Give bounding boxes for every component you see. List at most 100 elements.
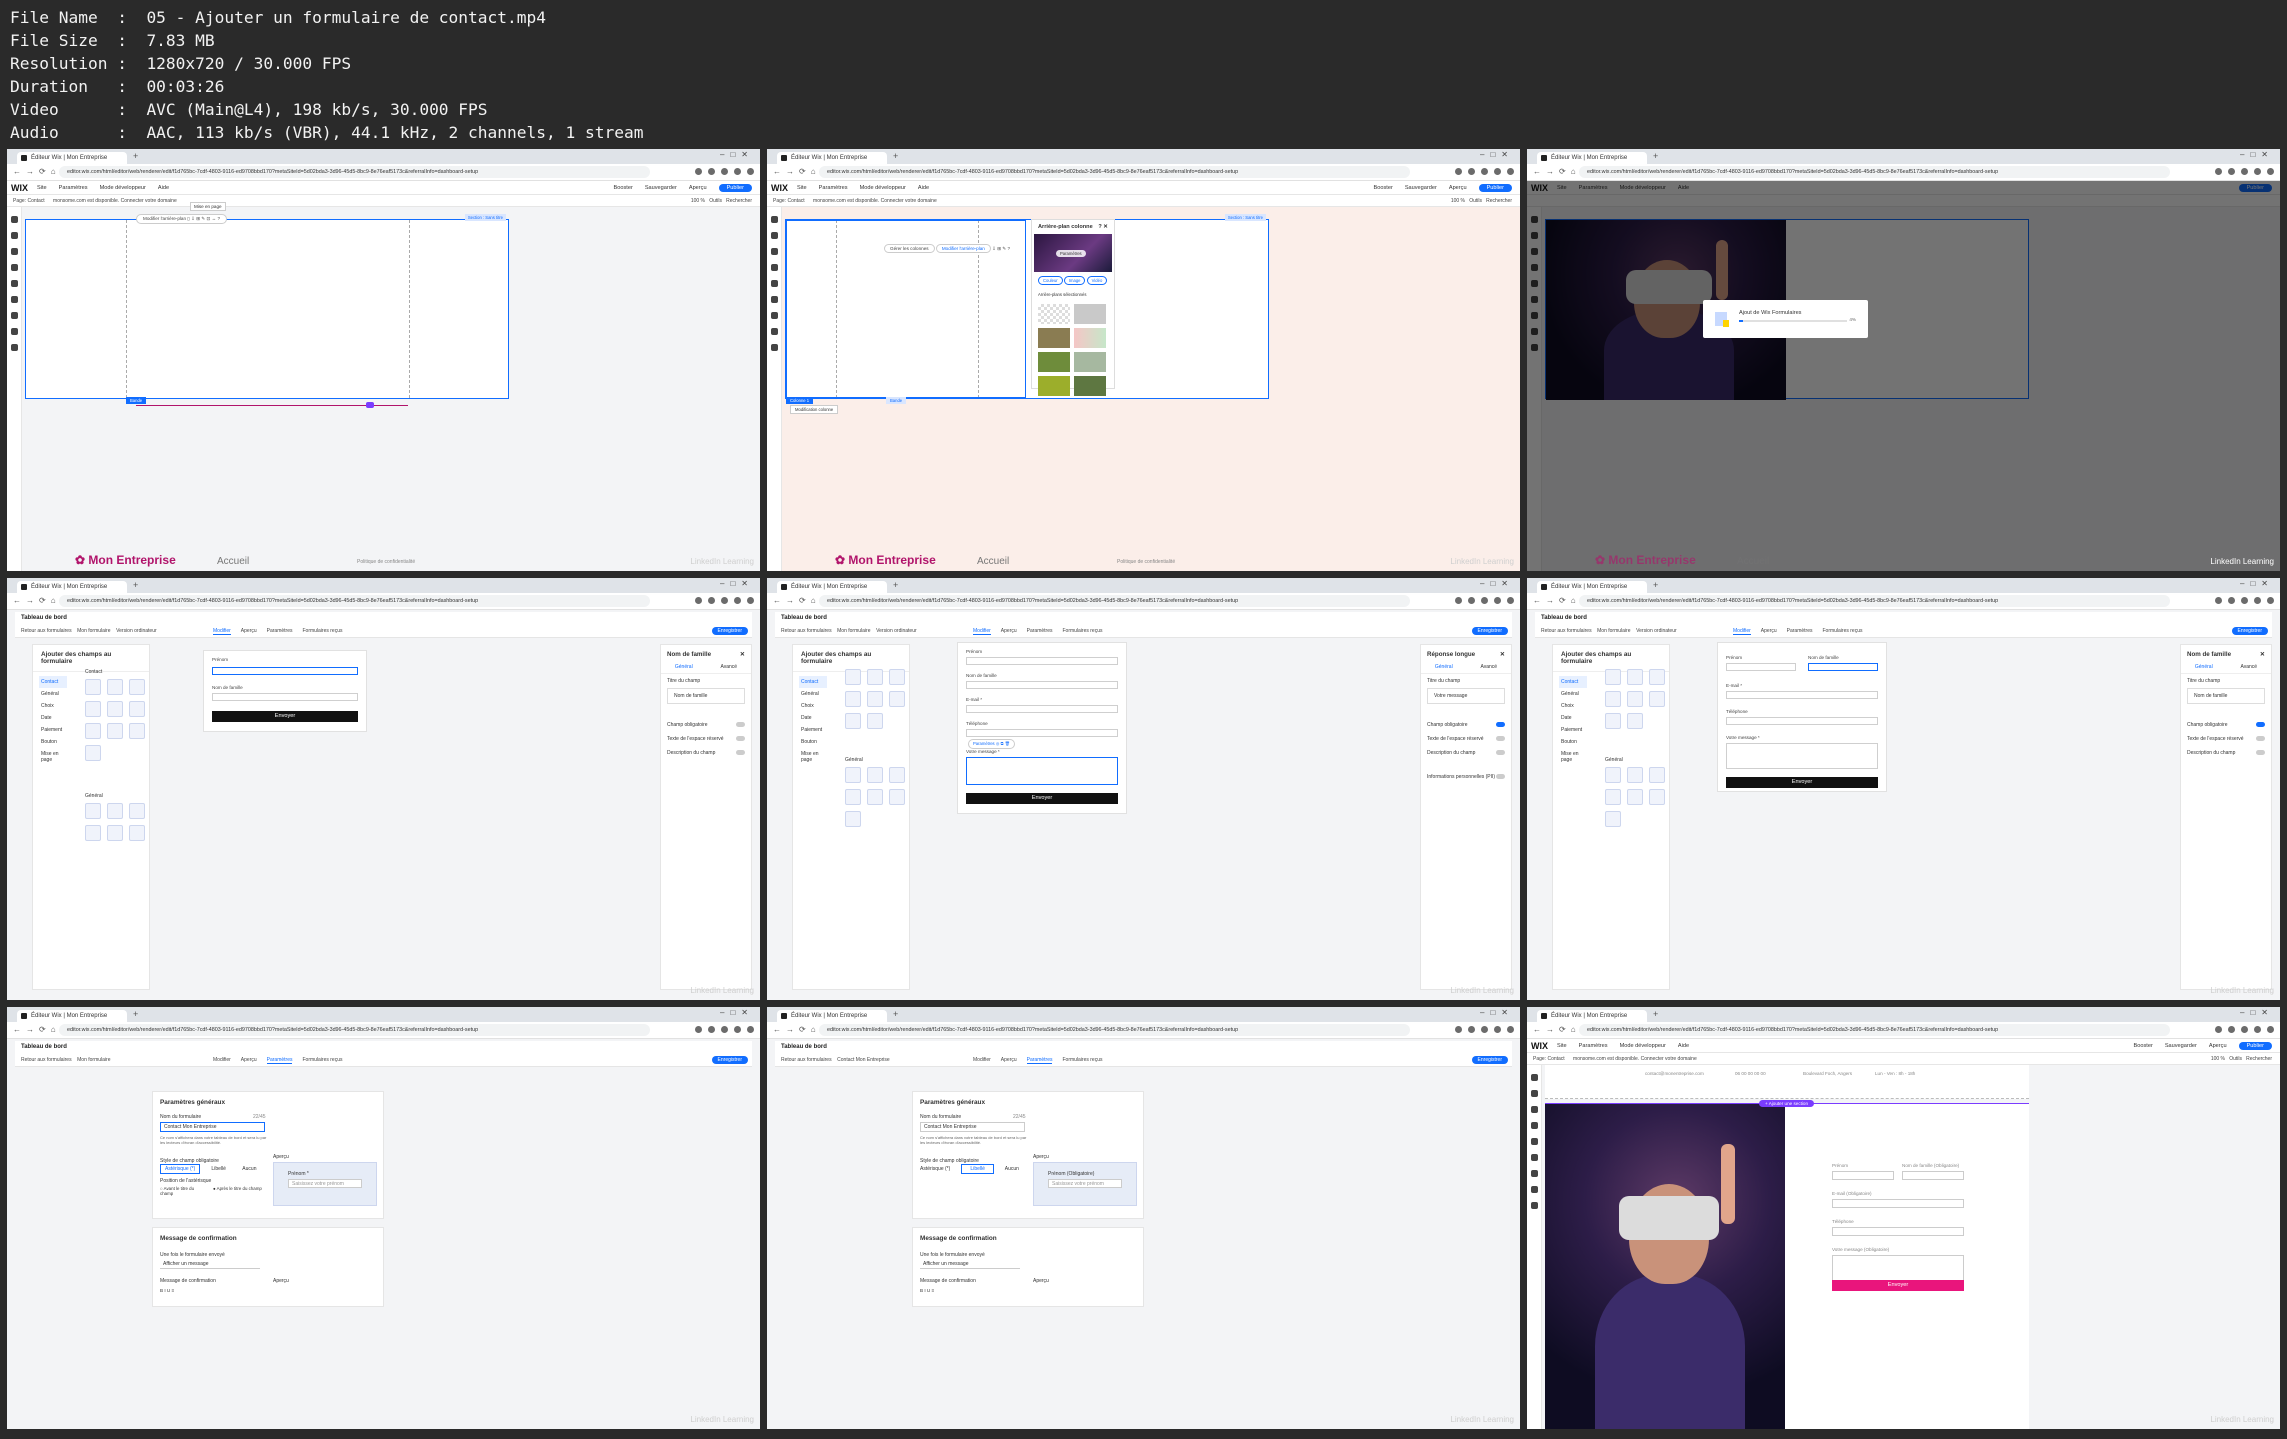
new-tab-icon[interactable]: +: [893, 151, 898, 161]
nom-field[interactable]: [1808, 663, 1878, 671]
site-prenom-field[interactable]: [1832, 1171, 1894, 1180]
field-icons[interactable]: [845, 669, 909, 729]
menu-aide[interactable]: Aide: [918, 185, 929, 191]
window-controls-icon[interactable]: –□✕: [2240, 1008, 2274, 1017]
add-section-button[interactable]: + Ajouter une section: [1759, 1100, 1815, 1107]
zoom-value[interactable]: 100 %: [1451, 198, 1465, 204]
connect-domain-link[interactable]: Connecter votre domaine: [881, 198, 937, 204]
nav-arrows-icon[interactable]: ←→⟳⌂: [13, 1025, 61, 1034]
new-tab-icon[interactable]: +: [133, 1009, 138, 1019]
tab-general[interactable]: Général: [2195, 664, 2213, 670]
change-bg-button[interactable]: Modifier l'arrière-plan: [143, 216, 186, 221]
save-button[interactable]: Enregistrer: [711, 627, 748, 635]
strip-section[interactable]: Gérer les colonnes Modifier l'arrière-pl…: [785, 214, 1269, 414]
tab-avance[interactable]: Avancé: [720, 664, 737, 670]
style-libelle[interactable]: Libellé: [211, 1166, 225, 1172]
back-link[interactable]: Retour aux formulaires: [781, 1057, 832, 1063]
save-button[interactable]: Enregistrer: [1471, 1056, 1508, 1064]
url-field[interactable]: editor.wix.com/html/editor/web/renderer/…: [1579, 166, 2170, 178]
tab-parametres[interactable]: Paramètres: [1027, 628, 1053, 634]
window-controls-icon[interactable]: –□✕: [1480, 150, 1514, 159]
browser-tab[interactable]: Éditeur Wix | Mon Entreprise: [777, 581, 887, 593]
browser-tab[interactable]: Éditeur Wix | Mon Entreprise: [1537, 581, 1647, 593]
menu-aide[interactable]: Aide: [1678, 1043, 1689, 1049]
browser-tab[interactable]: Éditeur Wix | Mon Entreprise: [1537, 152, 1647, 164]
menu-dev-mode[interactable]: Mode développeur: [1620, 1043, 1666, 1049]
extension-icons[interactable]: [695, 1026, 754, 1033]
bg-settings-button[interactable]: Paramètres: [1056, 250, 1086, 257]
browser-tab[interactable]: Éditeur Wix | Mon Entreprise: [17, 152, 127, 164]
window-controls-icon[interactable]: –□✕: [2240, 150, 2274, 159]
window-controls-icon[interactable]: –□✕: [720, 150, 754, 159]
tab-apercu[interactable]: Aperçu: [1761, 628, 1777, 634]
category-contact[interactable]: Contact: [1559, 676, 1587, 688]
url-field[interactable]: editor.wix.com/html/editor/web/renderer/…: [59, 595, 650, 607]
zoom-value[interactable]: 100 %: [691, 198, 705, 204]
save-button[interactable]: Enregistrer: [2231, 627, 2268, 635]
field-icons[interactable]: [85, 679, 149, 761]
url-field[interactable]: editor.wix.com/html/editor/web/renderer/…: [819, 1024, 1410, 1036]
form-name[interactable]: Mon formulaire: [77, 628, 110, 634]
form-name-input[interactable]: Contact Mon Entreprise: [920, 1122, 1025, 1132]
field-title-input[interactable]: Votre message: [1434, 693, 1467, 699]
tools-button[interactable]: Outils: [709, 198, 722, 204]
position-after[interactable]: ● Après le titre du champ: [213, 1186, 263, 1191]
url-field[interactable]: editor.wix.com/html/editor/web/renderer/…: [819, 595, 1410, 607]
preview-button[interactable]: Aperçu: [2209, 1043, 2227, 1049]
field-toolbar[interactable]: Paramètres ◎ ⧉ 🗑: [968, 739, 1016, 749]
category-date[interactable]: Date: [799, 712, 827, 724]
new-tab-icon[interactable]: +: [1653, 1009, 1658, 1019]
description-toggle[interactable]: [736, 750, 745, 755]
browser-tab[interactable]: Éditeur Wix | Mon Entreprise: [777, 152, 887, 164]
nav-arrows-icon[interactable]: ←→⟳⌂: [773, 596, 821, 605]
save-button[interactable]: Sauvegarder: [645, 185, 677, 191]
category-general[interactable]: Général: [799, 688, 827, 700]
nav-arrows-icon[interactable]: ←→⟳⌂: [1533, 1025, 1581, 1034]
footer-home-link[interactable]: Accueil: [1737, 556, 1769, 567]
tab-formulaires-recus[interactable]: Formulaires reçus: [1822, 628, 1862, 634]
category-bouton[interactable]: Bouton: [39, 736, 67, 748]
nom-field[interactable]: [966, 681, 1118, 689]
email-field[interactable]: [1726, 691, 1878, 699]
menu-parametres[interactable]: Paramètres: [819, 185, 848, 191]
field-icons[interactable]: [1605, 669, 1669, 729]
nav-arrows-icon[interactable]: ←→⟳⌂: [13, 167, 61, 176]
tab-apercu[interactable]: Aperçu: [1001, 628, 1017, 634]
tab-formulaires-recus[interactable]: Formulaires reçus: [1062, 628, 1102, 634]
prenom-field[interactable]: [212, 667, 358, 675]
message-field[interactable]: [1726, 743, 1878, 769]
tab-modifier[interactable]: Modifier: [1733, 628, 1751, 635]
email-field[interactable]: [966, 705, 1118, 713]
category-date[interactable]: Date: [1559, 712, 1587, 724]
view-select[interactable]: Version ordinateur: [1636, 628, 1677, 634]
extension-icons[interactable]: [695, 597, 754, 604]
general-icons[interactable]: [85, 803, 149, 841]
preview-button[interactable]: Aperçu: [689, 185, 707, 191]
category-paiement[interactable]: Paiement: [799, 724, 827, 736]
strip-toolbar[interactable]: Modifier l'arrière-plan ▯ ⇩ ⊞ ✎ ⊡ ↔ ?: [136, 214, 228, 224]
save-button[interactable]: Enregistrer: [1471, 627, 1508, 635]
text-format-toolbar[interactable]: B I U ≡: [920, 1288, 934, 1293]
privacy-link[interactable]: Politique de confidentialité: [1117, 559, 1175, 565]
site-email-field[interactable]: [1832, 1199, 1964, 1208]
connect-domain-link[interactable]: Connecter votre domaine: [121, 198, 177, 204]
pii-toggle[interactable]: [1496, 774, 1505, 779]
extension-icons[interactable]: [1455, 597, 1514, 604]
field-settings-button[interactable]: Paramètres: [973, 741, 995, 746]
nav-arrows-icon[interactable]: ←→⟳⌂: [773, 1025, 821, 1034]
change-bg-button[interactable]: Modifier l'arrière-plan: [935, 244, 991, 253]
close-icon[interactable]: ✕: [740, 651, 745, 658]
tab-apercu[interactable]: Aperçu: [241, 628, 257, 634]
tools-button[interactable]: Outils: [2229, 1056, 2242, 1062]
tab-avance[interactable]: Avancé: [1480, 664, 1497, 670]
prenom-field[interactable]: [1726, 663, 1796, 671]
url-field[interactable]: editor.wix.com/html/editor/web/renderer/…: [59, 1024, 650, 1036]
window-controls-icon[interactable]: –□✕: [720, 579, 754, 588]
booster-button[interactable]: Booster: [614, 185, 633, 191]
zoom-value[interactable]: 100 %: [2211, 1056, 2225, 1062]
tab-formulaires-recus[interactable]: Formulaires reçus: [302, 1057, 342, 1063]
tab-formulaires-recus[interactable]: Formulaires reçus: [302, 628, 342, 634]
category-general[interactable]: Général: [39, 688, 67, 700]
prenom-field[interactable]: [966, 657, 1118, 665]
menu-site[interactable]: Site: [797, 185, 807, 191]
